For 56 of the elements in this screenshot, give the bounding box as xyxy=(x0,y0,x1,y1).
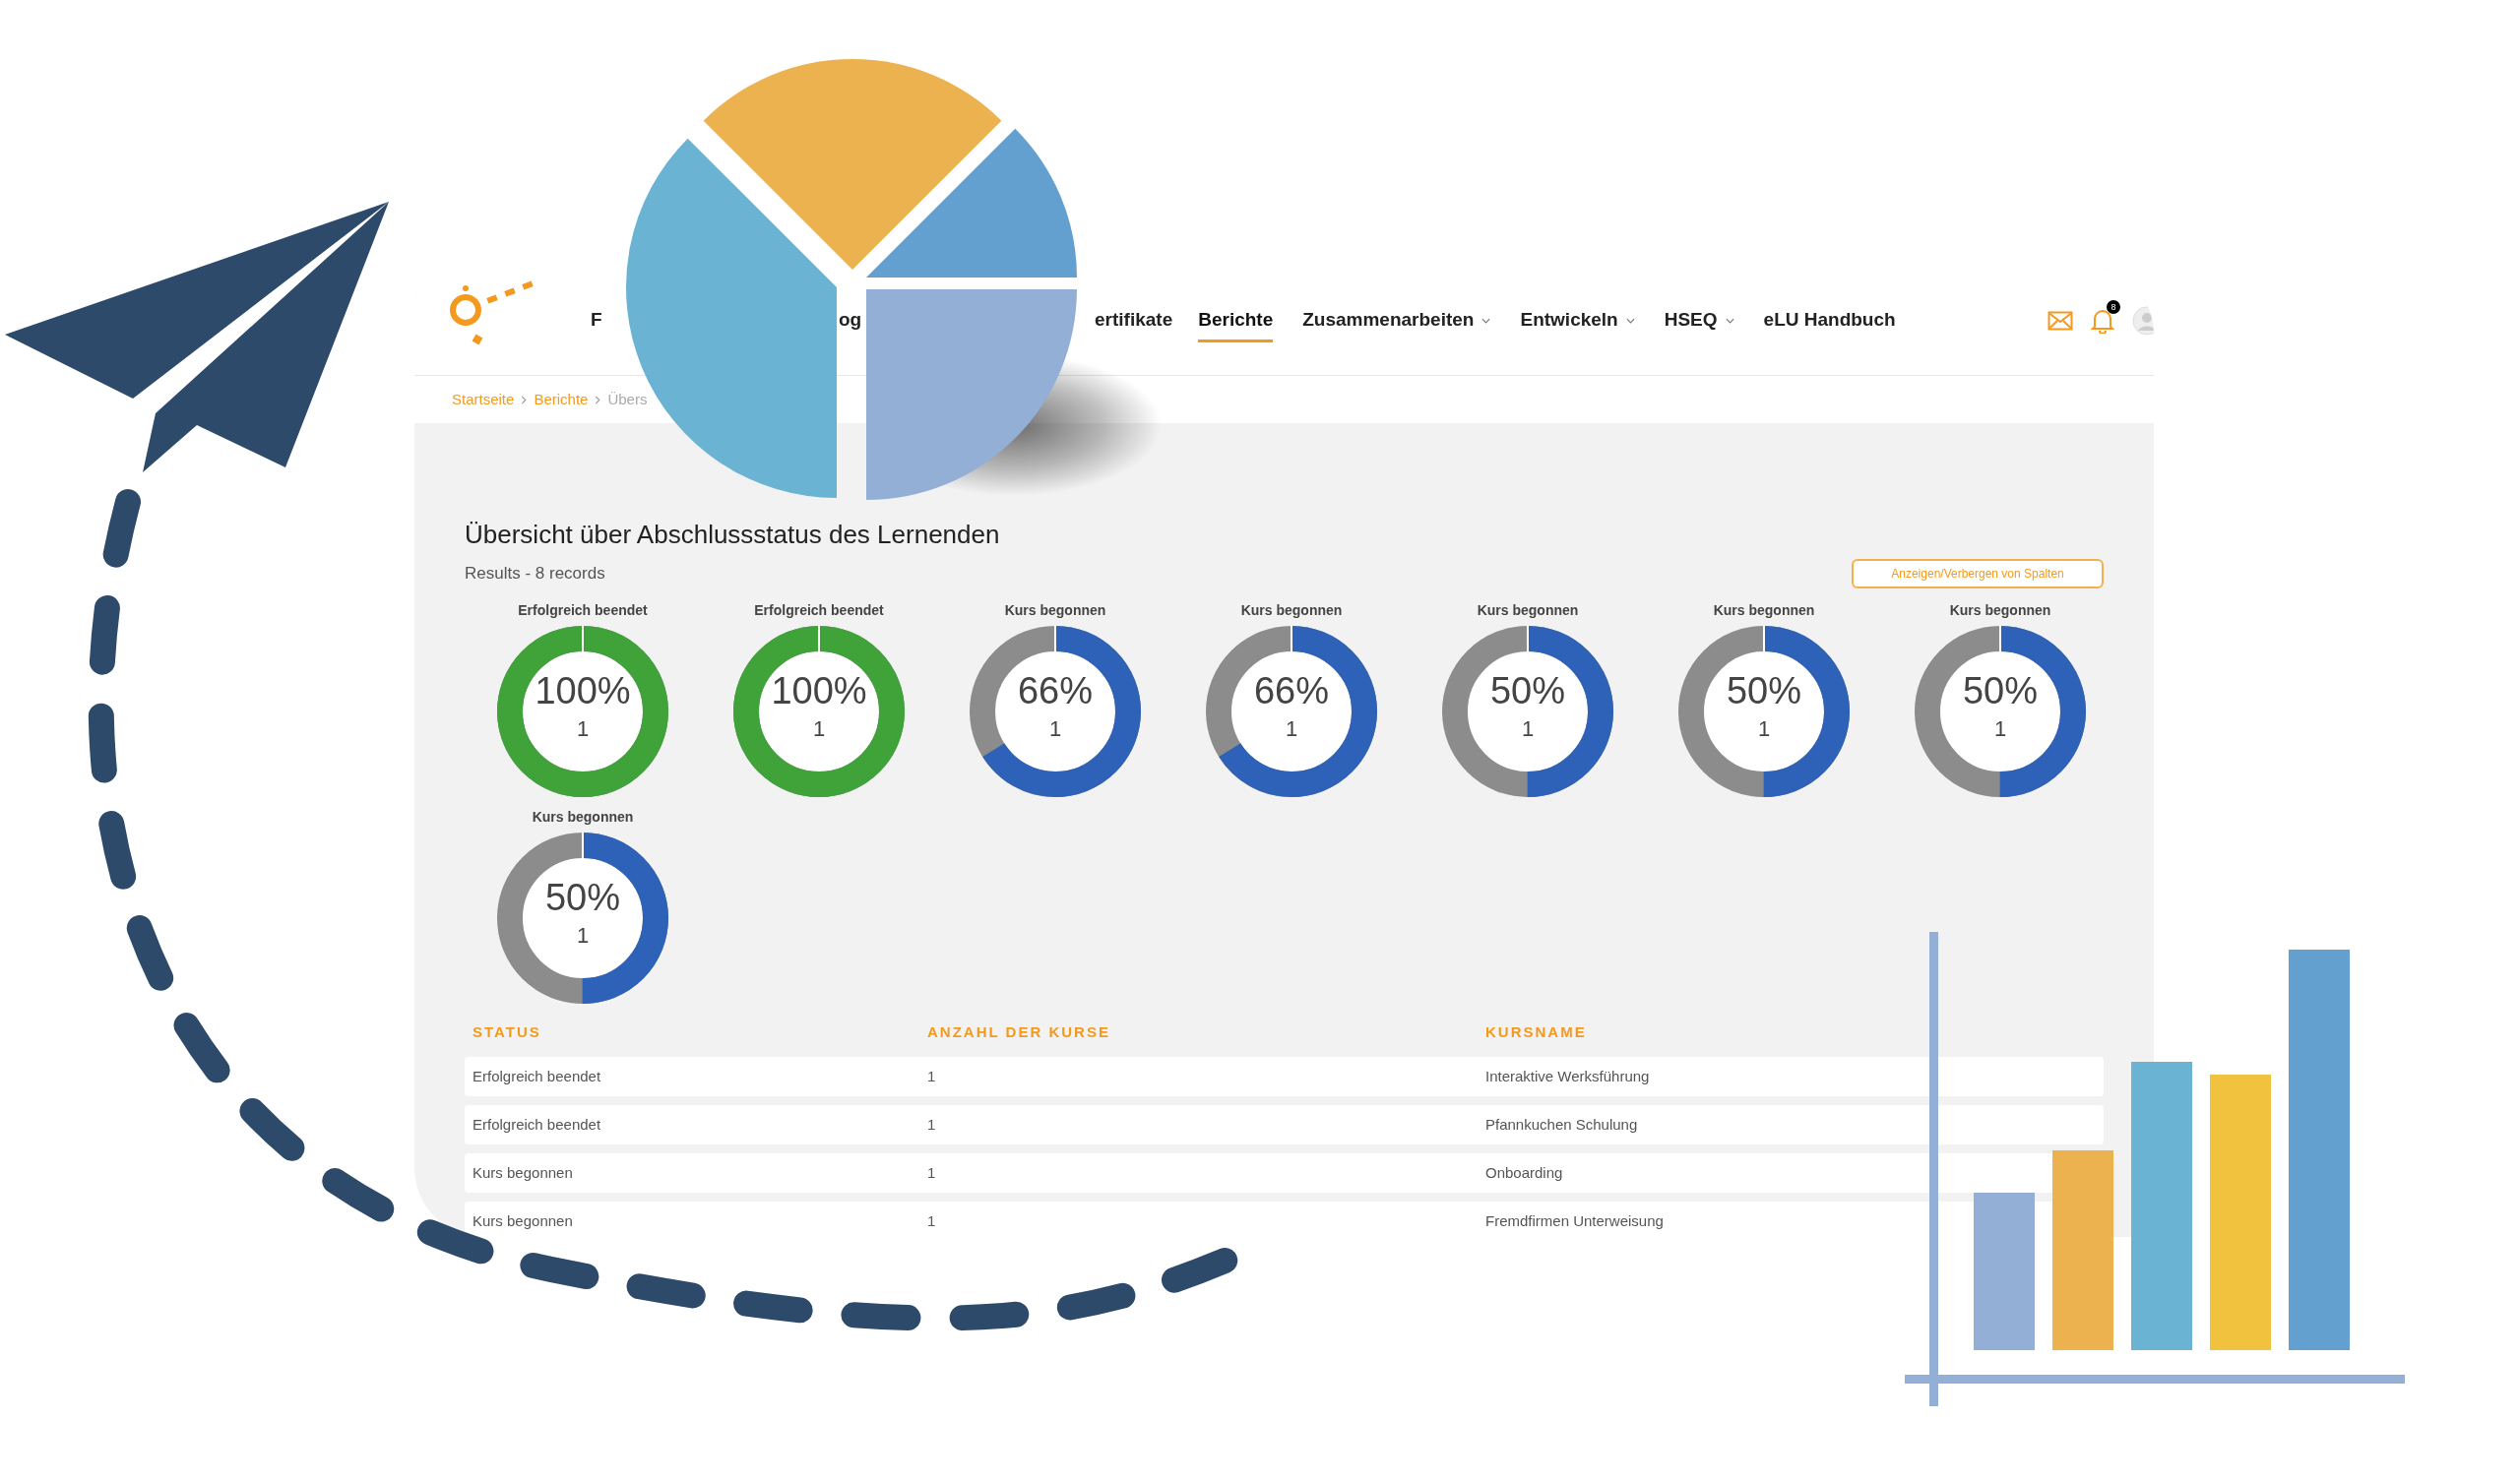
percent-value: 50% xyxy=(1961,669,2040,712)
chart-label: Kurs begonnen xyxy=(1004,601,1106,620)
chevron-icon xyxy=(595,395,601,404)
table-cell: Kurs begonnen xyxy=(472,1211,573,1229)
notification-badge: 8 xyxy=(2107,299,2120,314)
count-value: 1 xyxy=(1756,716,1772,742)
paper-plane-icon xyxy=(5,202,389,472)
chart-label: Erfolgreich beendet xyxy=(754,601,884,620)
count-value: 1 xyxy=(575,923,591,949)
count-value: 1 xyxy=(1992,716,2008,742)
chart-label: Kurs begonnen xyxy=(1949,601,2051,620)
nav-item[interactable]: HSEQ xyxy=(1664,298,1734,342)
nav-item[interactable]: Berichte xyxy=(1198,298,1274,342)
count-value: 1 xyxy=(1284,716,1299,742)
table-cell: 1 xyxy=(927,1211,936,1229)
chart-label: Kurs begonnen xyxy=(1477,601,1579,620)
mail-icon[interactable] xyxy=(2048,310,2073,331)
nav-item[interactable]: og xyxy=(839,298,862,342)
nav-item[interactable]: F xyxy=(591,298,602,342)
count-value: 1 xyxy=(1047,716,1063,742)
table-cell: Interaktive Werksführung xyxy=(1485,1067,1650,1084)
avatar-icon[interactable] xyxy=(2132,305,2154,336)
table-cell: Pfannkuchen Schulung xyxy=(1485,1115,1638,1133)
percent-value: 100% xyxy=(770,669,868,712)
percent-value: 50% xyxy=(1725,669,1803,712)
column-header: KURSNAME xyxy=(1485,1022,1587,1040)
nav-item[interactable]: eLU Handbuch xyxy=(1763,298,1896,342)
chart-label: Kurs begonnen xyxy=(1713,601,1815,620)
chevron-icon xyxy=(521,395,528,404)
percent-value: 66% xyxy=(1252,669,1331,712)
chart-label: Kurs begonnen xyxy=(532,808,634,827)
column-header: STATUS xyxy=(472,1022,541,1040)
percent-value: 66% xyxy=(1016,669,1095,712)
chart-label: Kurs begonnen xyxy=(1240,601,1343,620)
chart-label: Erfolgreich beendet xyxy=(518,601,648,620)
table-cell: Kurs begonnen xyxy=(472,1163,573,1181)
count-value: 1 xyxy=(811,716,827,742)
table-cell: 1 xyxy=(927,1115,936,1133)
table-cell: Onboarding xyxy=(1485,1163,1563,1181)
nav-item[interactable]: Zusammenarbeiten xyxy=(1302,298,1491,342)
table-cell: Fremdfirmen Unterweisung xyxy=(1485,1211,1664,1229)
page-title: Übersicht über Abschlussstatus des Lernenden xyxy=(465,519,1001,551)
percent-value: 100% xyxy=(534,669,632,712)
table-cell: Erfolgreich beendet xyxy=(472,1115,601,1133)
table-cell: 1 xyxy=(927,1067,936,1084)
nav-item[interactable]: ertifikate xyxy=(1095,298,1173,342)
breadcrumb-current: Übers xyxy=(607,389,648,409)
results-count: Results - 8 records xyxy=(465,563,605,586)
count-value: 1 xyxy=(575,716,591,742)
table-cell: 1 xyxy=(927,1163,936,1181)
table-cell: Erfolgreich beendet xyxy=(472,1067,601,1084)
percent-value: 50% xyxy=(543,876,622,919)
column-header: ANZAHL DER KURSE xyxy=(927,1022,1110,1040)
count-value: 1 xyxy=(1520,716,1536,742)
percent-value: 50% xyxy=(1488,669,1567,712)
nav-item[interactable]: Entwickeln xyxy=(1520,298,1635,342)
